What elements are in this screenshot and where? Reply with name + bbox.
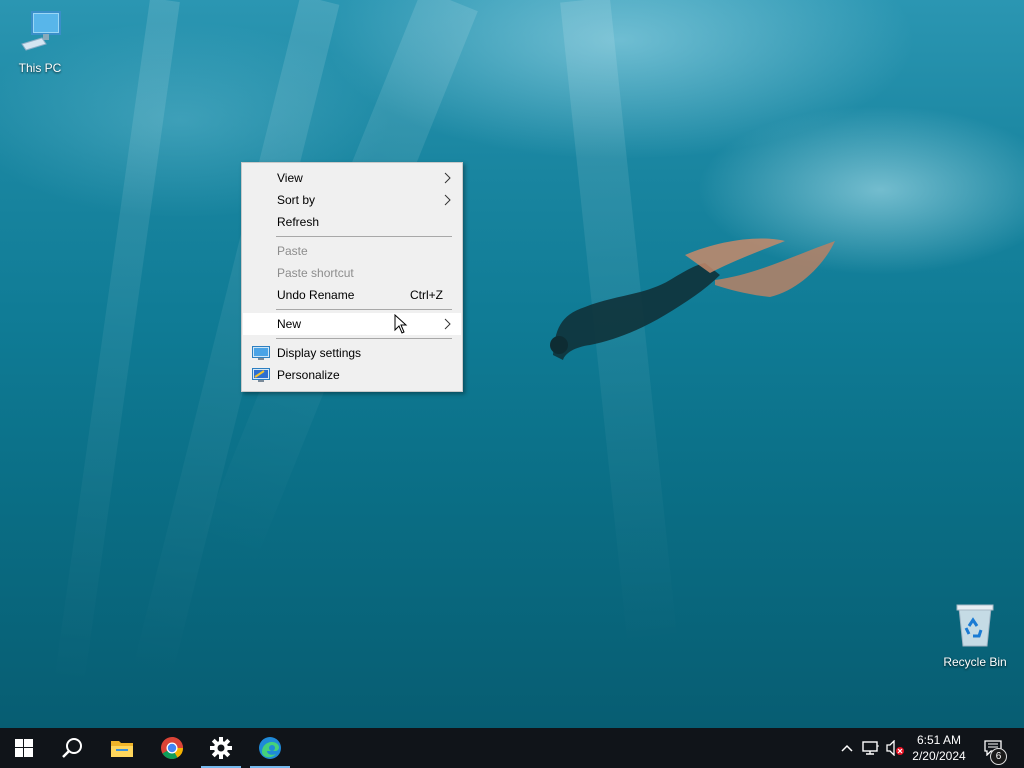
menu-separator [276,236,452,237]
personalize-icon [252,368,270,382]
menu-item-new[interactable]: New [243,313,461,335]
display-settings-icon [252,346,270,360]
menu-item-view[interactable]: View [243,167,461,189]
file-explorer-button[interactable] [98,728,146,768]
menu-item-label: Paste shortcut [277,266,354,280]
windows-logo-icon [15,739,33,757]
search-button[interactable] [48,728,96,768]
desktop-context-menu: View Sort by Refresh Paste Paste shortcu… [241,162,463,392]
menu-item-refresh[interactable]: Refresh [243,211,461,233]
edge-button[interactable] [246,728,294,768]
desktop-icon-this-pc[interactable]: This PC [0,8,80,75]
menu-item-paste-shortcut[interactable]: Paste shortcut [243,262,461,284]
clock-date: 2/20/2024 [912,749,966,763]
menu-item-shortcut: Ctrl+Z [410,288,443,302]
start-button[interactable] [0,728,48,768]
chrome-button[interactable] [148,728,196,768]
menu-item-undo-rename[interactable]: Undo Rename Ctrl+Z [243,284,461,306]
clock[interactable]: 6:51 AM 2/20/2024 [900,728,978,768]
edge-icon [259,737,281,759]
menu-item-sort-by[interactable]: Sort by [243,189,461,211]
show-hidden-icons-button[interactable] [838,728,856,768]
settings-button[interactable] [197,728,245,768]
recycle-bin-label: Recycle Bin [943,655,1007,669]
menu-item-label: New [277,317,302,331]
chevron-up-icon [841,744,853,752]
clock-time: 6:51 AM [916,733,962,747]
menu-item-personalize[interactable]: Personalize [243,364,461,386]
notification-count-badge: 6 [990,748,1007,765]
folder-icon [111,741,133,757]
chrome-icon [161,737,183,759]
menu-item-label: Paste [277,244,308,258]
taskbar: 6:51 AM 2/20/2024 [0,728,1024,768]
menu-item-label: Sort by [277,193,316,207]
menu-item-label: Personalize [277,368,340,382]
gear-icon [210,737,232,759]
menu-item-label: Refresh [277,215,320,229]
diver-image [550,238,835,360]
menu-item-label: View [277,171,303,185]
desktop-wallpaper[interactable] [0,0,1024,728]
menu-separator [276,338,452,339]
mouse-cursor-icon [394,314,408,334]
desktop-icon-recycle-bin[interactable]: Recycle Bin [935,602,1015,669]
search-icon [62,738,82,758]
network-button[interactable] [860,728,882,768]
menu-item-label: Undo Rename [277,288,355,302]
network-icon [862,741,879,755]
menu-item-label: Display settings [277,346,362,360]
menu-item-paste[interactable]: Paste [243,240,461,262]
menu-item-display-settings[interactable]: Display settings [243,342,461,364]
this-pc-label: This PC [18,61,62,75]
recycle-bin-icon [956,604,994,647]
menu-separator [276,309,452,310]
this-pc-icon [21,11,61,51]
